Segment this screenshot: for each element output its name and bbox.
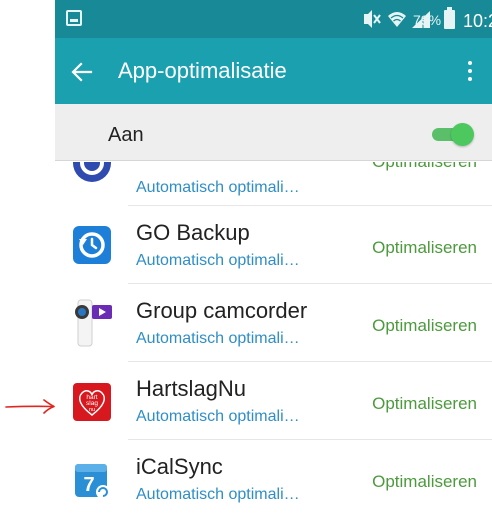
phone-screen: 79% 10:21 App-optimalisatie Aan Automati… (55, 0, 492, 516)
app-subtitle: Automatisch optimali… (136, 330, 300, 347)
app-name: Group camcorder (136, 298, 308, 323)
wifi-icon (388, 12, 406, 27)
master-toggle-row[interactable]: Aan (55, 104, 492, 161)
svg-text:7: 7 (83, 474, 94, 496)
go-backup-icon (73, 226, 111, 264)
master-toggle-label: Aan (108, 124, 144, 146)
battery-icon (444, 7, 455, 29)
status-bar: 79% 10:21 (55, 0, 492, 38)
arrow-left-icon[interactable] (71, 61, 93, 83)
master-toggle-switch[interactable] (430, 123, 474, 146)
optimize-button[interactable]: Optimaliseren (372, 472, 477, 492)
more-vertical-icon[interactable] (461, 60, 479, 82)
app-name: iCalSync (136, 454, 223, 479)
list-item[interactable]: hart slag nu HartslagNu Automatisch opti… (55, 362, 492, 440)
toolbar: App-optimalisatie (55, 38, 492, 104)
app-subtitle: Automatisch optimali… (136, 408, 300, 425)
page-title: App-optimalisatie (118, 58, 287, 83)
svg-text:nu: nu (89, 407, 95, 413)
app-subtitle: Automatisch optimali… (136, 179, 300, 196)
optimize-button[interactable]: Optimaliseren (372, 316, 477, 336)
app-name: GO Backup (136, 220, 250, 245)
optimize-button[interactable]: Optimaliseren (372, 162, 477, 172)
red-arrow-annotation (5, 399, 55, 414)
gallery-icon (66, 10, 82, 26)
app-subtitle: Automatisch optimali… (136, 486, 300, 503)
list-item[interactable]: 7 iCalSync Automatisch optimali… Optimal… (55, 440, 492, 516)
list-item[interactable]: Group camcorder Automatisch optimali… Op… (55, 284, 492, 362)
app-subtitle: Automatisch optimali… (136, 252, 300, 269)
battery-percent: 79% (413, 12, 442, 28)
list-item[interactable]: GO Backup Automatisch optimali… Optimali… (55, 206, 492, 284)
optimize-button[interactable]: Optimaliseren (372, 238, 477, 258)
icalsync-icon: 7 (75, 464, 110, 499)
app-name: HartslagNu (136, 376, 247, 401)
svg-text:slag: slag (86, 400, 98, 407)
mute-icon (364, 10, 381, 28)
optimize-button[interactable]: Optimaliseren (372, 394, 477, 414)
hartslagnu-icon: hart slag nu (73, 383, 111, 421)
clock: 10:21 (463, 11, 492, 31)
blue-circle-app-icon (73, 162, 111, 182)
list-item[interactable]: Automatisch optimali… Optimaliseren (55, 162, 492, 206)
camcorder-icon (75, 299, 112, 347)
app-list: Automatisch optimali… Optimaliseren GO B… (55, 162, 492, 516)
